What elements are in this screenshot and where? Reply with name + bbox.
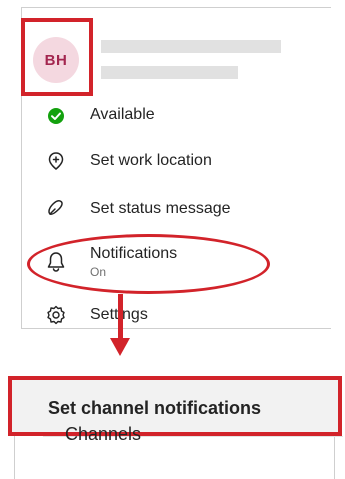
edit-status-icon [44,196,68,220]
status-available-label: Available [90,106,155,123]
channels-item[interactable]: Channels [65,424,141,445]
arrow-shaft [118,294,123,340]
available-check-icon [44,104,68,128]
set-work-location-label: Set work location [90,152,212,169]
channel-notifications-title: Set channel notifications [48,398,262,418]
redacted-name [101,40,281,53]
status-available-item[interactable] [44,104,68,128]
gear-icon [44,303,68,327]
settings-item[interactable] [44,303,68,327]
add-location-icon [44,149,68,173]
set-status-message-label: Set status message [90,200,231,217]
set-status-message-item[interactable] [44,196,68,220]
arrow-down-icon [110,338,130,356]
set-work-location-item[interactable] [44,149,68,173]
avatar-highlight-box [21,18,93,96]
redacted-email [101,66,238,79]
notifications-highlight-ellipse [27,234,270,294]
